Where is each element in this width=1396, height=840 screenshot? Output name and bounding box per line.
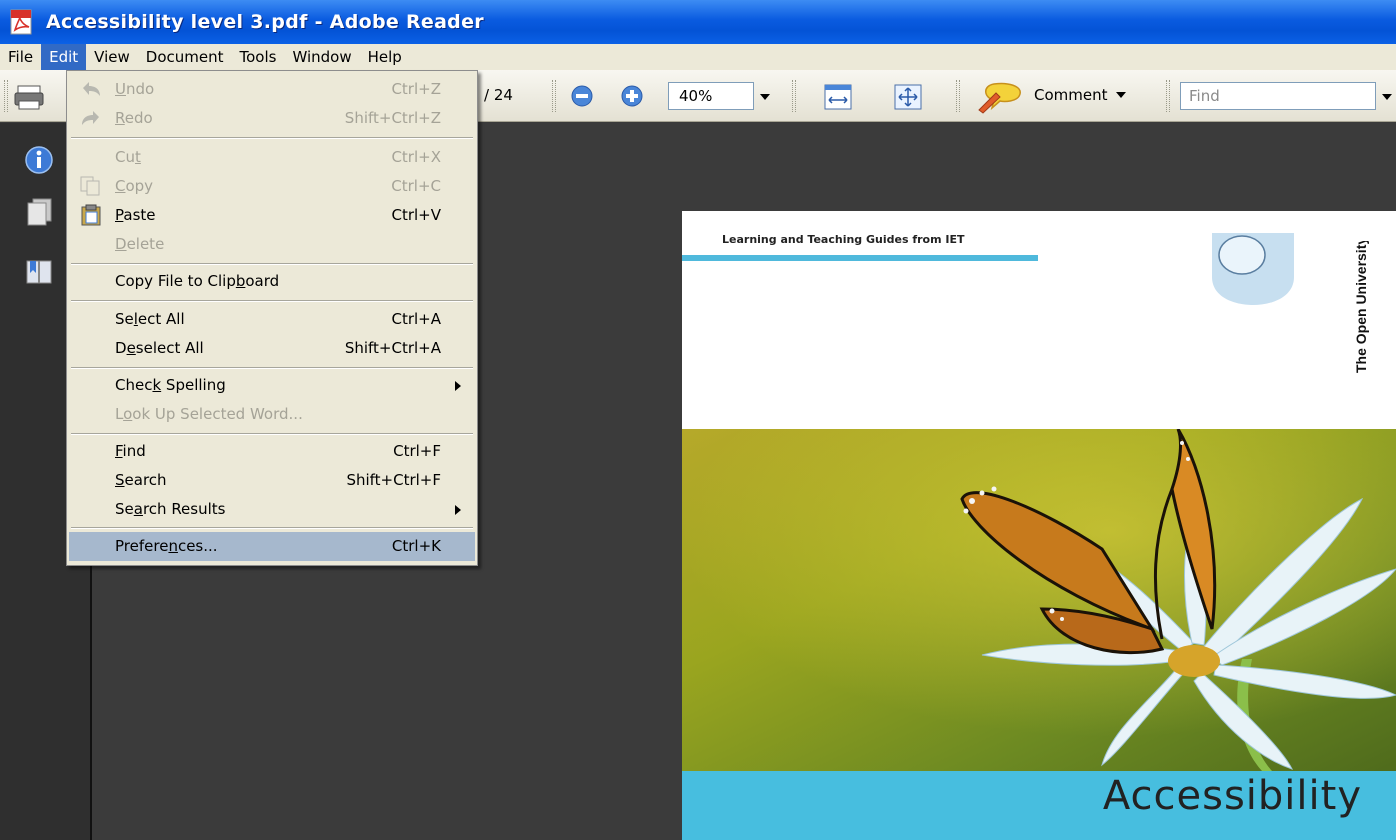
menu-document[interactable]: Document <box>138 44 232 70</box>
menu-edit[interactable]: Edit <box>41 44 87 70</box>
copy-icon <box>79 175 103 197</box>
zoom-input[interactable]: 40% <box>668 82 754 110</box>
menu-item-look-up-selected-word[interactable]: Look Up Selected Word... <box>69 400 475 429</box>
menu-item-delete[interactable]: Delete <box>69 230 475 259</box>
menu-item-undo[interactable]: Undo Ctrl+Z <box>69 75 475 104</box>
pdf-page[interactable]: Learning and Teaching Guides from IET Th… <box>682 211 1396 840</box>
menu-window[interactable]: Window <box>284 44 359 70</box>
toolbar-separator <box>792 80 796 112</box>
svg-text:The Open University: The Open University <box>1353 241 1369 373</box>
paste-icon <box>79 204 103 226</box>
menu-separator <box>71 433 473 435</box>
comment-label: Comment <box>1034 86 1108 104</box>
zoom-out-icon[interactable] <box>570 84 594 108</box>
page-count: / 24 <box>484 86 513 104</box>
toolbar-separator <box>956 80 960 112</box>
menu-item-paste[interactable]: Paste Ctrl+V <box>69 201 475 230</box>
menu-separator <box>71 527 473 529</box>
toolbar-separator <box>1166 80 1170 112</box>
submenu-arrow-icon <box>455 505 461 515</box>
fit-width-icon[interactable] <box>822 82 854 112</box>
zoom-dropdown-arrow[interactable] <box>760 94 770 100</box>
title-bar: Accessibility level 3.pdf - Adobe Reader <box>0 0 1396 44</box>
adobe-reader-icon <box>8 8 36 36</box>
bookmarks-icon[interactable] <box>24 257 54 287</box>
toolbar-separator <box>552 80 556 112</box>
find-input[interactable]: Find <box>1180 82 1376 110</box>
butterfly-photo <box>682 428 1396 771</box>
guide-heading: Learning and Teaching Guides from IET <box>722 233 965 246</box>
menu-tools[interactable]: Tools <box>232 44 285 70</box>
open-university-logo <box>1212 233 1294 305</box>
menu-item-search-results[interactable]: Search Results <box>69 495 475 524</box>
menu-separator <box>71 137 473 139</box>
menu-view[interactable]: View <box>86 44 138 70</box>
menu-item-check-spelling[interactable]: Check Spelling <box>69 371 475 400</box>
comment-icon[interactable] <box>976 80 1028 114</box>
redo-icon <box>79 107 103 129</box>
print-icon[interactable] <box>14 82 62 112</box>
guide-underline <box>682 255 1038 261</box>
info-icon[interactable] <box>24 145 54 175</box>
edit-menu: Undo Ctrl+Z Redo Shift+Ctrl+Z Cut Ctrl+X… <box>66 70 478 566</box>
toolbar-grip[interactable] <box>4 80 8 112</box>
title-band: Accessibility <box>682 771 1396 840</box>
menu-bar: File Edit View Document Tools Window Hel… <box>0 44 1396 70</box>
menu-item-redo[interactable]: Redo Shift+Ctrl+Z <box>69 104 475 133</box>
comment-dropdown-arrow <box>1115 92 1126 98</box>
menu-item-copy-file-to-clipboard[interactable]: Copy File to Clipboard <box>69 267 475 296</box>
menu-item-find[interactable]: Find Ctrl+F <box>69 437 475 466</box>
full-screen-icon[interactable] <box>892 82 924 112</box>
university-name: The Open University <box>1350 237 1372 373</box>
find-dropdown-arrow[interactable] <box>1382 94 1392 100</box>
menu-file[interactable]: File <box>0 44 41 70</box>
menu-item-deselect-all[interactable]: Deselect All Shift+Ctrl+A <box>69 334 475 363</box>
window-title: Accessibility level 3.pdf - Adobe Reader <box>46 11 484 33</box>
zoom-value: 40% <box>679 87 713 105</box>
menu-item-search[interactable]: Search Shift+Ctrl+F <box>69 466 475 495</box>
comment-button[interactable]: Comment <box>1034 86 1126 104</box>
undo-icon <box>79 78 103 100</box>
menu-help[interactable]: Help <box>360 44 410 70</box>
menu-item-select-all[interactable]: Select All Ctrl+A <box>69 305 475 334</box>
menu-separator <box>71 263 473 265</box>
menu-item-copy[interactable]: Copy Ctrl+C <box>69 172 475 201</box>
zoom-in-icon[interactable] <box>620 84 644 108</box>
document-title: Accessibility <box>1102 773 1362 819</box>
menu-separator <box>71 367 473 369</box>
find-placeholder: Find <box>1189 87 1220 105</box>
submenu-arrow-icon <box>455 381 461 391</box>
menu-separator <box>71 300 473 302</box>
pages-icon[interactable] <box>24 197 54 227</box>
menu-item-preferences[interactable]: Preferences... Ctrl+K <box>69 532 475 561</box>
menu-item-cut[interactable]: Cut Ctrl+X <box>69 143 475 172</box>
